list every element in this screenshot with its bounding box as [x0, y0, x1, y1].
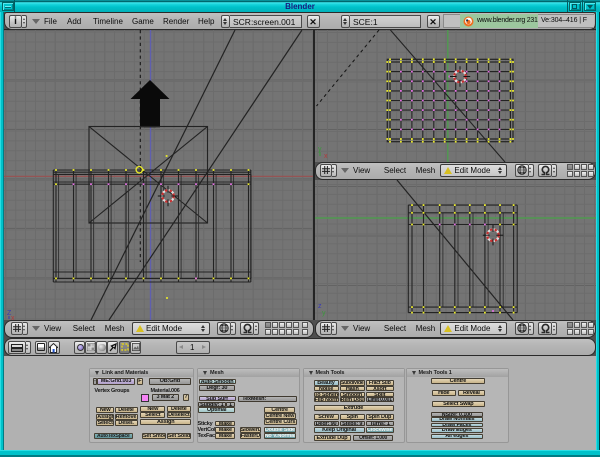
svg-text:y: y: [318, 146, 322, 153]
svg-text:y: y: [322, 310, 326, 317]
svg-text:x: x: [324, 153, 328, 160]
svg-text:z: z: [318, 303, 322, 310]
